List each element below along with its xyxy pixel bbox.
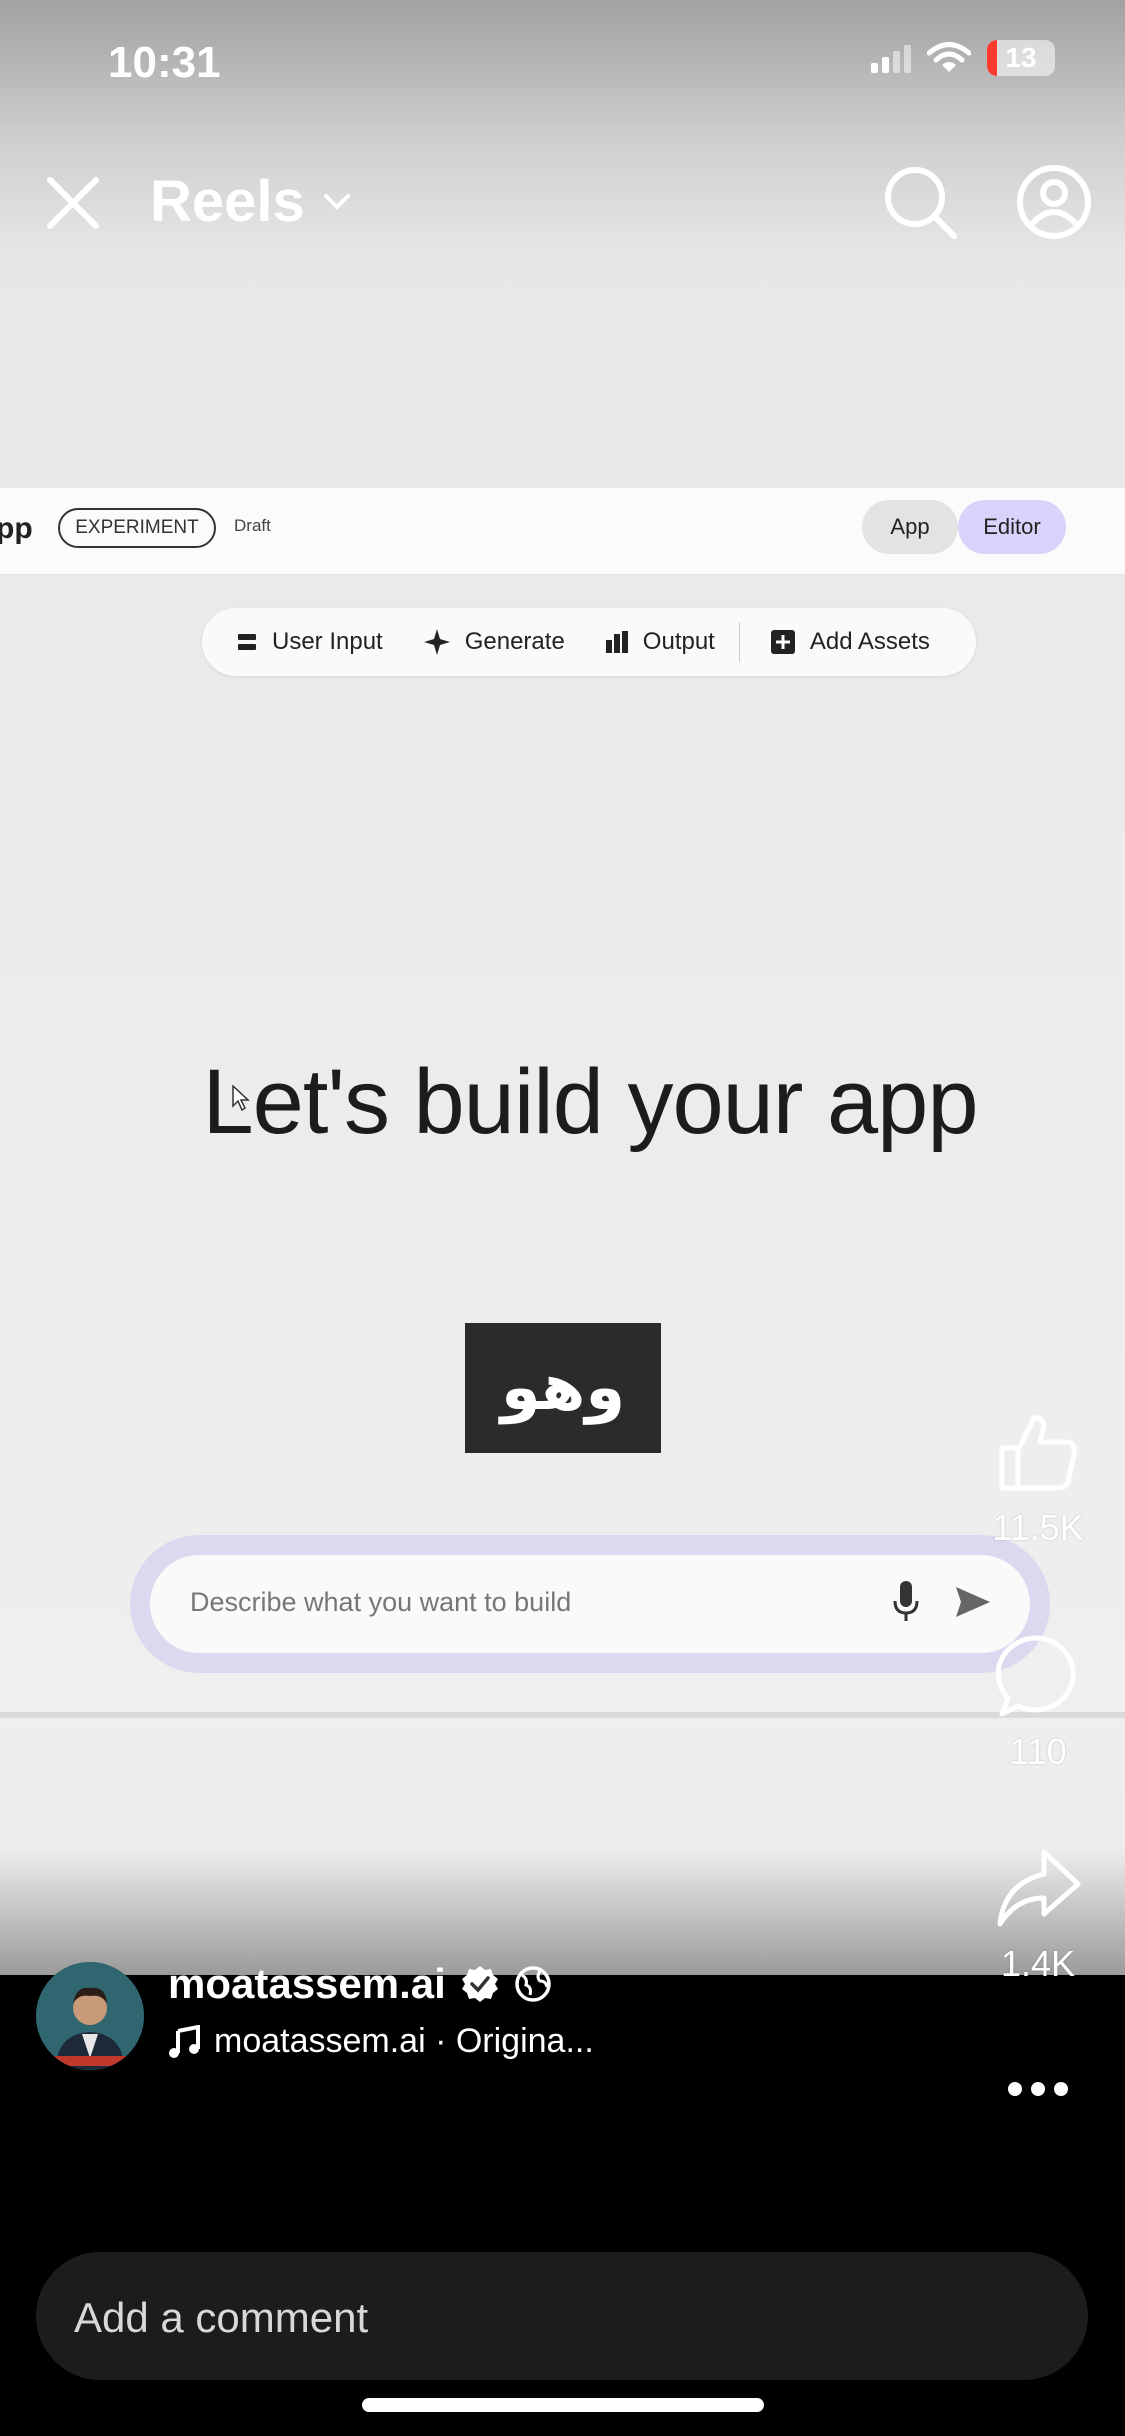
status-icons: 13 bbox=[871, 40, 1055, 76]
toolbar-item-label: Output bbox=[642, 628, 715, 655]
toolbar-item-label: Generate bbox=[464, 628, 565, 655]
close-icon[interactable] bbox=[38, 168, 108, 238]
toolbar-item-label: User Input bbox=[272, 628, 383, 655]
sparkle-icon bbox=[423, 629, 450, 655]
add-square-icon bbox=[770, 630, 795, 654]
editor-view-button: Editor bbox=[958, 500, 1066, 554]
embedded-prompt-input: Describe what you want to build bbox=[150, 1555, 1030, 1653]
toolbar-add-assets: Add Assets bbox=[770, 628, 930, 656]
share-button[interactable]: 1.4K bbox=[988, 1844, 1088, 1985]
chevron-down-icon bbox=[323, 193, 350, 210]
author-username[interactable]: moatassem.ai bbox=[168, 1960, 446, 2008]
more-dot bbox=[1054, 2082, 1068, 2096]
battery-icon: 13 bbox=[987, 40, 1055, 76]
toolbar-item-label: Add Assets bbox=[809, 628, 930, 655]
battery-low-fill bbox=[987, 40, 997, 76]
user-input-icon bbox=[238, 634, 256, 650]
audio-label: moatassem.ai · Origina... bbox=[214, 2022, 594, 2060]
more-options-button[interactable] bbox=[1008, 2082, 1068, 2096]
search-icon[interactable] bbox=[880, 162, 960, 242]
toolbar-generate: Generate bbox=[423, 628, 565, 656]
share-arrow-icon bbox=[997, 1849, 1081, 1927]
status-time: 10:31 bbox=[108, 38, 221, 87]
home-indicator[interactable] bbox=[362, 2398, 764, 2412]
comment-input[interactable]: Add a comment bbox=[36, 2252, 1088, 2380]
music-note-icon bbox=[169, 2024, 200, 2058]
prompt-placeholder: Describe what you want to build bbox=[190, 1587, 572, 1617]
comment-bubble-icon bbox=[995, 1635, 1076, 1717]
send-icon bbox=[956, 1587, 990, 1617]
embedded-app-bar: pp EXPERIMENT Draft App Editor bbox=[0, 488, 1125, 575]
author-avatar[interactable] bbox=[36, 1962, 144, 2070]
like-button[interactable]: 11.5K bbox=[988, 1408, 1088, 1549]
app-view-button: App bbox=[862, 500, 958, 554]
embedded-toolbar: User Input Generate Output Add Assets bbox=[202, 608, 976, 676]
draft-label: Draft bbox=[234, 516, 271, 535]
mouse-cursor-icon bbox=[232, 1085, 250, 1111]
video-edge bbox=[0, 1712, 1125, 1718]
cellular-signal-icon bbox=[871, 45, 911, 73]
shares-count: 1.4K bbox=[1000, 1943, 1076, 1984]
page-title: Reels bbox=[150, 169, 305, 234]
battery-level: 13 bbox=[1005, 42, 1037, 73]
toolbar-user-input: User Input bbox=[236, 628, 383, 656]
toolbar-divider bbox=[738, 622, 740, 662]
more-dot bbox=[1031, 2082, 1045, 2096]
thumbs-up-icon bbox=[999, 1415, 1077, 1491]
toolbar-output: Output bbox=[605, 628, 715, 656]
comments-count: 110 bbox=[1009, 1731, 1067, 1772]
more-dot bbox=[1008, 2082, 1022, 2096]
comment-button[interactable]: 110 bbox=[988, 1632, 1088, 1773]
author-row[interactable]: moatassem.ai bbox=[168, 1960, 552, 2008]
output-icon bbox=[605, 631, 628, 653]
reels-menu-button[interactable]: Reels bbox=[150, 168, 351, 235]
likes-count: 11.5K bbox=[992, 1507, 1084, 1548]
wifi-icon bbox=[927, 42, 971, 72]
audio-row[interactable]: moatassem.ai · Origina... bbox=[168, 2022, 594, 2061]
verified-badge-icon bbox=[461, 1966, 498, 2002]
reels-screen: pp EXPERIMENT Draft App Editor User Inpu… bbox=[0, 0, 1125, 2436]
globe-icon bbox=[515, 1966, 551, 2002]
profile-icon[interactable] bbox=[1014, 162, 1094, 242]
video-frame[interactable] bbox=[0, 0, 1125, 1975]
comment-placeholder: Add a comment bbox=[74, 2294, 369, 2341]
video-caption: وهو bbox=[465, 1323, 661, 1453]
embedded-app-name: pp bbox=[0, 512, 33, 545]
microphone-icon bbox=[893, 1581, 919, 1621]
embedded-headline: Let's build your app bbox=[202, 1051, 979, 1153]
avatar-picture bbox=[36, 1962, 144, 2070]
experiment-badge: EXPERIMENT bbox=[58, 508, 216, 548]
